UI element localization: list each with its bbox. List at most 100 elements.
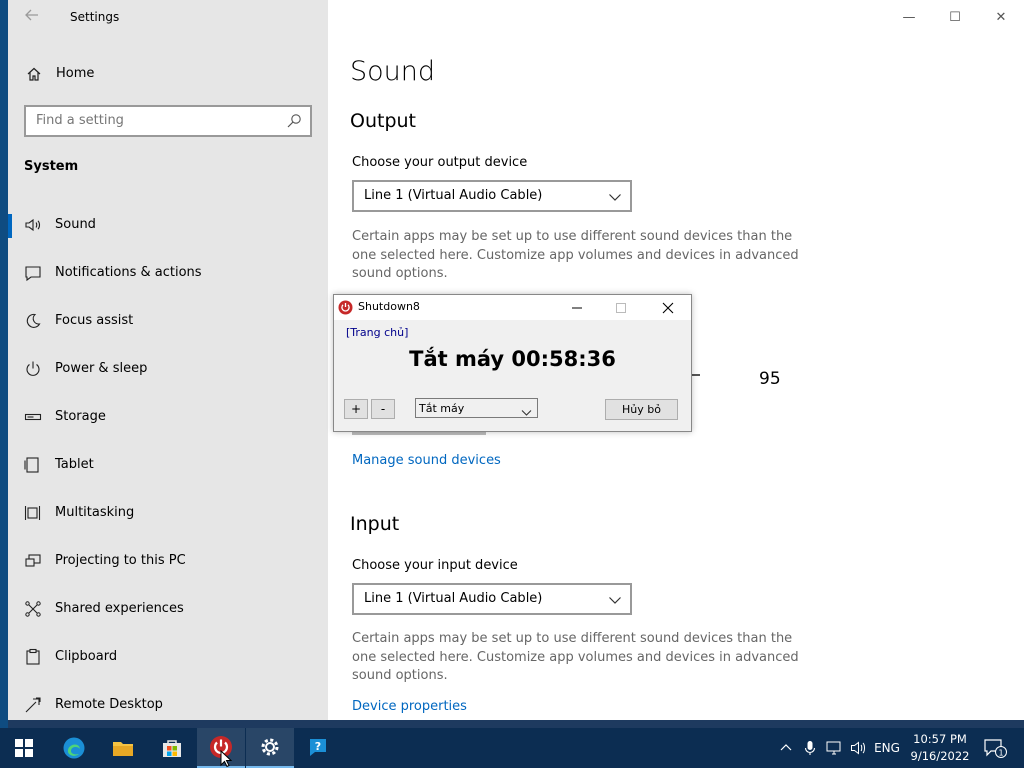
sidebar-item-label: Clipboard	[55, 649, 118, 664]
sidebar-item-home[interactable]: Home	[8, 58, 328, 90]
output-section-title: Output	[350, 110, 416, 132]
action-center-icon[interactable]: 1	[980, 728, 1010, 768]
active-indicator	[8, 214, 12, 238]
decrease-button[interactable]: -	[371, 399, 395, 419]
chevron-down-icon	[608, 189, 622, 203]
sidebar-item-sound[interactable]: Sound	[8, 206, 328, 246]
shutdown-timer: Tắt máy 00:58:36	[409, 347, 616, 371]
mouse-cursor-icon	[220, 750, 232, 768]
language-indicator[interactable]: ENG	[872, 728, 902, 768]
help-icon[interactable]: ?	[295, 728, 343, 768]
sidebar-item-clipboard[interactable]: Clipboard	[8, 638, 328, 678]
minimize-button[interactable]: —	[886, 0, 932, 34]
store-icon[interactable]	[148, 728, 196, 768]
sidebar-item-projecting[interactable]: Projecting to this PC	[8, 542, 328, 582]
section-heading: System	[24, 159, 79, 174]
sidebar-item-notifications[interactable]: Notifications & actions	[8, 254, 328, 294]
speaker-icon	[24, 216, 42, 234]
output-device-dropdown[interactable]: Line 1 (Virtual Audio Cable)	[352, 180, 632, 212]
sidebar-item-remote-desktop[interactable]: Remote Desktop	[8, 686, 328, 726]
sidebar-item-label: Multitasking	[55, 505, 135, 520]
settings-gear-icon[interactable]	[246, 728, 294, 768]
sidebar-item-label: Tablet	[55, 457, 94, 472]
app-title: Settings	[70, 10, 120, 24]
dialog-maximize-button	[599, 295, 643, 320]
shutdown8-dialog: Shutdown8 [Trang chủ] Tắt máy 00:58:36 +…	[333, 294, 692, 432]
clock-date: 9/16/2022	[910, 749, 970, 763]
sidebar-item-storage[interactable]: Storage	[8, 398, 328, 438]
search-icon	[286, 113, 302, 129]
cancel-button[interactable]: Hủy bỏ	[605, 399, 678, 420]
input-device-dropdown[interactable]: Line 1 (Virtual Audio Cable)	[352, 583, 632, 615]
sidebar-item-multitasking[interactable]: Multitasking	[8, 494, 328, 534]
clock-time: 10:57 PM	[913, 732, 967, 746]
network-icon[interactable]	[824, 728, 846, 768]
page-title: Sound	[350, 56, 436, 87]
remote-desktop-icon	[24, 696, 42, 714]
window-controls: — ☐ ✕	[886, 0, 1024, 34]
input-device-label: Choose your input device	[352, 558, 518, 573]
home-link[interactable]: [Trang chủ]	[346, 326, 408, 339]
sidebar-item-label: Sound	[55, 217, 96, 232]
power-icon	[24, 360, 42, 378]
sidebar-item-label: Projecting to this PC	[55, 553, 186, 568]
volume-value: 95	[759, 369, 781, 389]
title-bar: Settings	[8, 0, 328, 34]
output-device-label: Choose your output device	[352, 155, 528, 170]
sidebar-item-power-sleep[interactable]: Power & sleep	[8, 350, 328, 390]
volume-icon[interactable]	[848, 728, 870, 768]
input-device-value: Line 1 (Virtual Audio Cable)	[364, 591, 543, 606]
action-select[interactable]: Tắt máy	[415, 398, 538, 418]
action-select-value: Tắt máy	[419, 402, 465, 415]
chevron-down-icon	[608, 592, 622, 606]
dialog-title: Shutdown8	[358, 300, 420, 313]
sidebar: Settings Home Find a setting System Soun…	[8, 0, 328, 720]
edge-icon[interactable]	[50, 728, 98, 768]
search-placeholder: Find a setting	[36, 113, 124, 128]
sidebar-item-shared-experiences[interactable]: Shared experiences	[8, 590, 328, 630]
svg-text:?: ?	[315, 740, 321, 753]
sidebar-item-tablet[interactable]: Tablet	[8, 446, 328, 486]
back-arrow-icon[interactable]	[24, 7, 44, 27]
clock[interactable]: 10:57 PM 9/16/2022	[905, 731, 975, 765]
shutdown8-app-icon	[338, 300, 353, 315]
sidebar-item-label: Remote Desktop	[55, 697, 163, 712]
home-label: Home	[56, 66, 95, 81]
output-device-value: Line 1 (Virtual Audio Cable)	[364, 188, 543, 203]
close-button[interactable]: ✕	[978, 0, 1024, 34]
tablet-icon	[24, 456, 42, 474]
chevron-down-icon	[521, 403, 532, 416]
file-explorer-icon[interactable]	[99, 728, 147, 768]
dialog-close-button[interactable]	[646, 295, 690, 320]
home-icon	[26, 66, 42, 82]
increase-button[interactable]: +	[344, 399, 368, 419]
notification-icon	[24, 264, 42, 282]
show-hidden-icons-chevron-icon[interactable]	[776, 728, 796, 768]
output-description: Certain apps may be set up to use differ…	[352, 229, 799, 281]
input-description: Certain apps may be set up to use differ…	[352, 631, 799, 683]
desktop-background	[0, 0, 8, 728]
dialog-minimize-button[interactable]	[555, 295, 599, 320]
moon-icon	[24, 312, 42, 330]
input-section-title: Input	[350, 513, 400, 535]
projecting-icon	[24, 552, 42, 570]
sidebar-item-label: Notifications & actions	[55, 265, 202, 280]
windows-start-icon[interactable]	[0, 728, 48, 768]
taskbar: ? ENG 10:57 PM 9/16/2022 1	[0, 728, 1024, 768]
sidebar-item-label: Focus assist	[55, 313, 134, 328]
search-input[interactable]: Find a setting	[24, 105, 312, 137]
clipboard-icon	[24, 648, 42, 666]
dialog-title-bar: Shutdown8	[334, 295, 691, 320]
sidebar-item-label: Shared experiences	[55, 601, 184, 616]
sidebar-item-label: Storage	[55, 409, 106, 424]
multitasking-icon	[24, 504, 42, 522]
microphone-icon[interactable]	[800, 728, 820, 768]
shared-icon	[24, 600, 42, 618]
maximize-button[interactable]: ☐	[932, 0, 978, 34]
manage-sound-devices-link[interactable]: Manage sound devices	[352, 453, 501, 468]
storage-icon	[24, 408, 42, 426]
sidebar-item-label: Power & sleep	[55, 361, 148, 376]
sidebar-item-focus-assist[interactable]: Focus assist	[8, 302, 328, 342]
notification-count: 1	[998, 749, 1003, 758]
device-properties-link[interactable]: Device properties	[352, 699, 467, 714]
